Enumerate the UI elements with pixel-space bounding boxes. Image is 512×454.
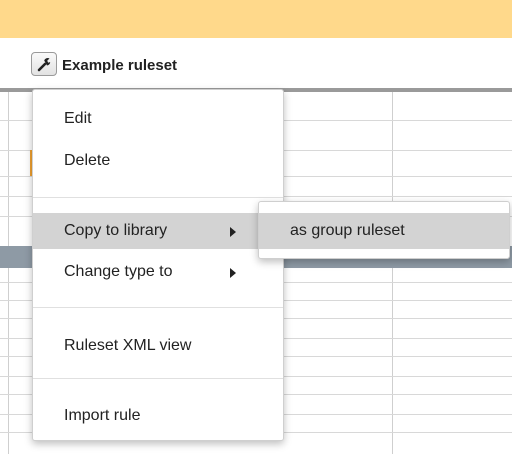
menu-item-copy-to-library[interactable]: Copy to library <box>33 213 283 249</box>
menu-item-label: Edit <box>64 110 92 127</box>
menu-item-label: Change type to <box>64 263 173 280</box>
ruleset-menu-button[interactable] <box>31 52 57 76</box>
menu-item-label: Delete <box>64 152 111 169</box>
context-menu: Edit Delete Copy to library Change type … <box>32 89 284 441</box>
menu-item-ruleset-xml-view[interactable]: Ruleset XML view <box>33 328 283 364</box>
submenu-arrow-icon <box>230 268 236 278</box>
submenu-item-as-group-ruleset[interactable]: as group ruleset <box>259 213 509 249</box>
menu-separator <box>33 378 283 379</box>
submenu-item-label: as group ruleset <box>290 222 405 239</box>
menu-item-edit[interactable]: Edit <box>33 101 283 137</box>
menu-item-label: Import rule <box>64 407 141 424</box>
copy-to-library-submenu: as group ruleset <box>258 201 510 259</box>
menu-item-label: Ruleset XML view <box>64 337 192 354</box>
menu-item-label: Copy to library <box>64 222 168 239</box>
top-bar <box>0 0 512 38</box>
menu-item-change-type[interactable]: Change type to <box>33 254 283 290</box>
menu-item-delete[interactable]: Delete <box>33 143 283 179</box>
wrench-icon <box>37 57 51 72</box>
submenu-arrow-icon <box>230 227 236 237</box>
menu-separator <box>33 197 283 198</box>
ruleset-title: Example ruleset <box>62 57 178 74</box>
menu-separator <box>33 307 283 308</box>
menu-item-import-rule[interactable]: Import rule <box>33 398 283 434</box>
